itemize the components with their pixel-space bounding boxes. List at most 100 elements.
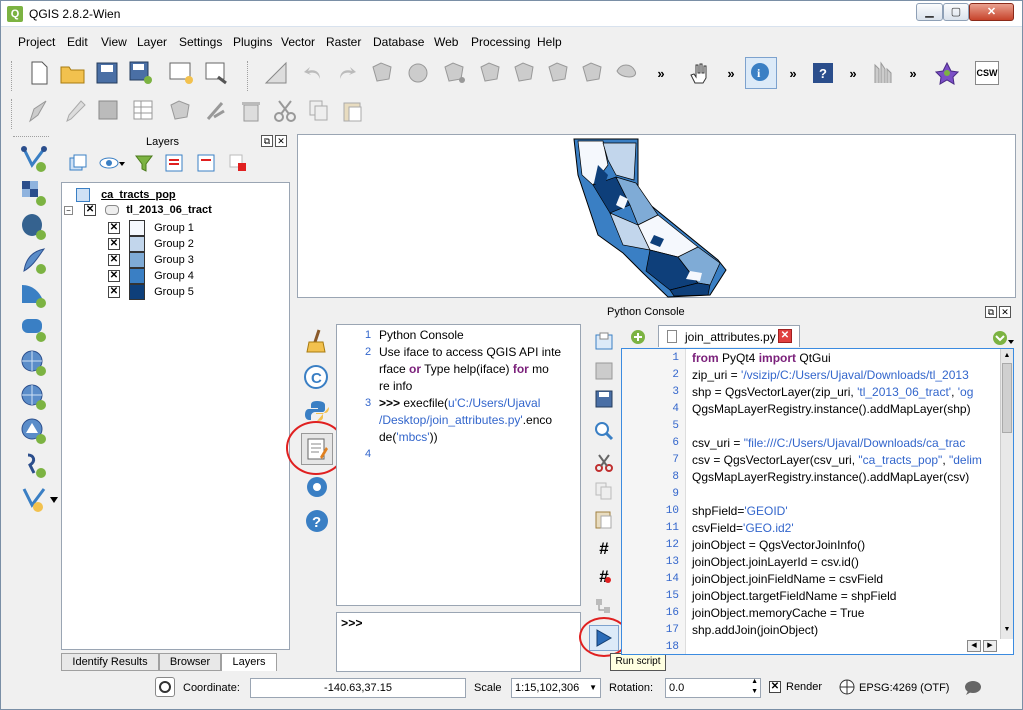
add-wfs-layer-icon[interactable] <box>19 416 49 446</box>
add-wcs-layer-icon[interactable] <box>19 382 49 412</box>
composer-manager-icon[interactable] <box>203 59 231 87</box>
redo-icon[interactable] <box>333 59 361 87</box>
add-group-icon[interactable] <box>67 152 89 174</box>
delete-selected-icon[interactable] <box>477 59 505 87</box>
close-tab-icon[interactable]: ✕ <box>778 329 792 343</box>
menu-processing[interactable]: Processing <box>471 35 530 49</box>
crs-status[interactable]: EPSG:4269 (OTF) <box>859 682 949 694</box>
menu-raster[interactable]: Raster <box>326 35 361 49</box>
legend-item-group-1[interactable]: ✕ Group 1 <box>108 220 194 236</box>
current-edits-icon[interactable] <box>25 97 53 125</box>
legend-checkbox[interactable]: ✕ <box>108 286 120 298</box>
menu-help[interactable]: Help <box>537 35 562 49</box>
scroll-down-icon[interactable]: ▼ <box>1002 625 1012 635</box>
code-editor[interactable]: 1 2 3 4 5 6 7 8 9 10 11 12 13 14 15 16 17 18 from PyQt4 i… <box>621 348 1014 655</box>
menu-view[interactable]: View <box>101 35 127 49</box>
close-button[interactable]: ✕ <box>969 3 1014 21</box>
toggle-editing-icon[interactable] <box>61 97 89 125</box>
float-panel-icon[interactable]: ⧉ <box>985 306 997 318</box>
scale-combo[interactable]: 1:15,102,306 ▼ <box>511 678 601 698</box>
map-canvas[interactable] <box>297 134 1016 298</box>
more-attributes-icon[interactable]: » <box>779 59 807 87</box>
comment-code-icon[interactable]: # <box>591 537 617 561</box>
menu-layer[interactable]: Layer <box>137 35 167 49</box>
more-raster-icon[interactable]: » <box>899 59 927 87</box>
legend-checkbox[interactable]: ✕ <box>108 238 120 250</box>
new-project-icon[interactable] <box>25 59 53 87</box>
coordinate-field[interactable]: -140.63,37.15 <box>250 678 466 698</box>
import-class-icon[interactable]: C <box>303 363 331 391</box>
cut-icon[interactable] <box>271 97 299 125</box>
vertical-scrollbar[interactable]: ▲ ▼ <box>1000 349 1013 639</box>
menu-project[interactable]: Project <box>18 35 55 49</box>
legend-checkbox[interactable]: ✕ <box>108 222 120 234</box>
add-feature-table-icon[interactable] <box>131 97 159 125</box>
add-postgis-layer-icon[interactable] <box>19 212 49 242</box>
crs-globe-icon[interactable] <box>839 679 855 695</box>
find-text-icon[interactable] <box>591 419 617 443</box>
remove-layer-icon[interactable] <box>227 152 249 174</box>
raster-icon[interactable] <box>869 59 897 87</box>
node-tool-icon[interactable] <box>441 59 469 87</box>
tab-identify-results[interactable]: Identify Results <box>61 653 159 671</box>
legend-item-group-3[interactable]: ✕ Group 3 <box>108 252 194 268</box>
settings-gear-icon[interactable] <box>303 473 331 501</box>
minimize-button[interactable]: ▁ <box>916 3 943 21</box>
more-tools-icon[interactable]: » <box>647 59 675 87</box>
copy-icon[interactable] <box>305 97 333 125</box>
new-print-composer-icon[interactable] <box>167 59 195 87</box>
legend-checkbox[interactable]: ✕ <box>108 254 120 266</box>
undo-icon[interactable] <box>299 59 327 87</box>
add-raster-layer-icon[interactable] <box>19 178 49 208</box>
csw-icon[interactable]: CSW <box>975 61 999 85</box>
help-icon[interactable]: ? <box>303 507 331 535</box>
spin-up-icon[interactable]: ▲ <box>751 677 758 687</box>
editor-tab-join-attributes[interactable]: join_attributes.py ✕ <box>658 325 800 347</box>
filter-legend-icon[interactable] <box>133 152 155 174</box>
cut-features-icon[interactable] <box>511 59 539 87</box>
paste-text-icon[interactable] <box>591 507 617 531</box>
add-wms-layer-icon[interactable] <box>19 348 49 378</box>
open-project-icon[interactable] <box>59 59 87 87</box>
tab-list-icon[interactable] <box>991 329 1015 347</box>
copy-features-icon[interactable] <box>545 59 573 87</box>
add-feature-icon[interactable] <box>369 59 397 87</box>
close-panel-icon[interactable]: ✕ <box>275 135 287 147</box>
pan-map-icon[interactable] <box>685 59 713 87</box>
scroll-left-icon[interactable]: ◀ <box>967 640 981 652</box>
clear-console-icon[interactable] <box>303 327 331 355</box>
tab-layers[interactable]: Layers <box>221 653 277 671</box>
measure-icon[interactable] <box>263 59 291 87</box>
maximize-button[interactable]: ▢ <box>943 3 969 21</box>
tab-browser[interactable]: Browser <box>159 653 221 671</box>
paste-icon[interactable] <box>339 97 367 125</box>
collapse-all-icon[interactable] <box>195 152 217 174</box>
new-shapefile-layer-icon[interactable] <box>19 484 59 514</box>
identify-features-icon[interactable]: i <box>745 57 777 89</box>
menu-plugins[interactable]: Plugins <box>233 35 272 49</box>
add-delimited-text-layer-icon[interactable] <box>19 450 49 480</box>
delete-icon[interactable] <box>237 97 265 125</box>
object-inspector-icon[interactable] <box>591 595 617 619</box>
save-as-icon[interactable] <box>127 59 155 87</box>
reshape-icon[interactable] <box>613 59 641 87</box>
add-mssql-layer-icon[interactable] <box>19 280 49 310</box>
layer-row-tl-2013-06-tract[interactable]: − ✕ tl_2013_06_tract <box>64 204 212 217</box>
toggle-extents-icon[interactable] <box>155 677 175 697</box>
more-navigation-icon[interactable]: » <box>717 59 745 87</box>
move-feature-icon[interactable] <box>405 59 433 87</box>
legend-item-group-2[interactable]: ✕ Group 2 <box>108 236 194 252</box>
messages-icon[interactable] <box>963 679 983 697</box>
layer-visibility-checkbox[interactable]: ✕ <box>84 204 97 217</box>
copy-text-icon[interactable] <box>591 479 617 503</box>
scroll-up-icon[interactable]: ▲ <box>1002 351 1012 361</box>
console-input[interactable]: >>> <box>336 612 581 672</box>
scroll-thumb[interactable] <box>1002 363 1012 433</box>
collapse-toggle-icon[interactable]: − <box>64 205 73 215</box>
save-file-icon[interactable] <box>591 359 617 383</box>
dropdown-arrow-icon[interactable]: ▼ <box>589 679 597 697</box>
rotation-field[interactable]: 0.0 ▲ ▼ <box>665 678 761 698</box>
move-tool-icon[interactable] <box>167 97 195 125</box>
spin-down-icon[interactable]: ▼ <box>751 687 758 697</box>
expand-all-icon[interactable] <box>163 152 185 174</box>
